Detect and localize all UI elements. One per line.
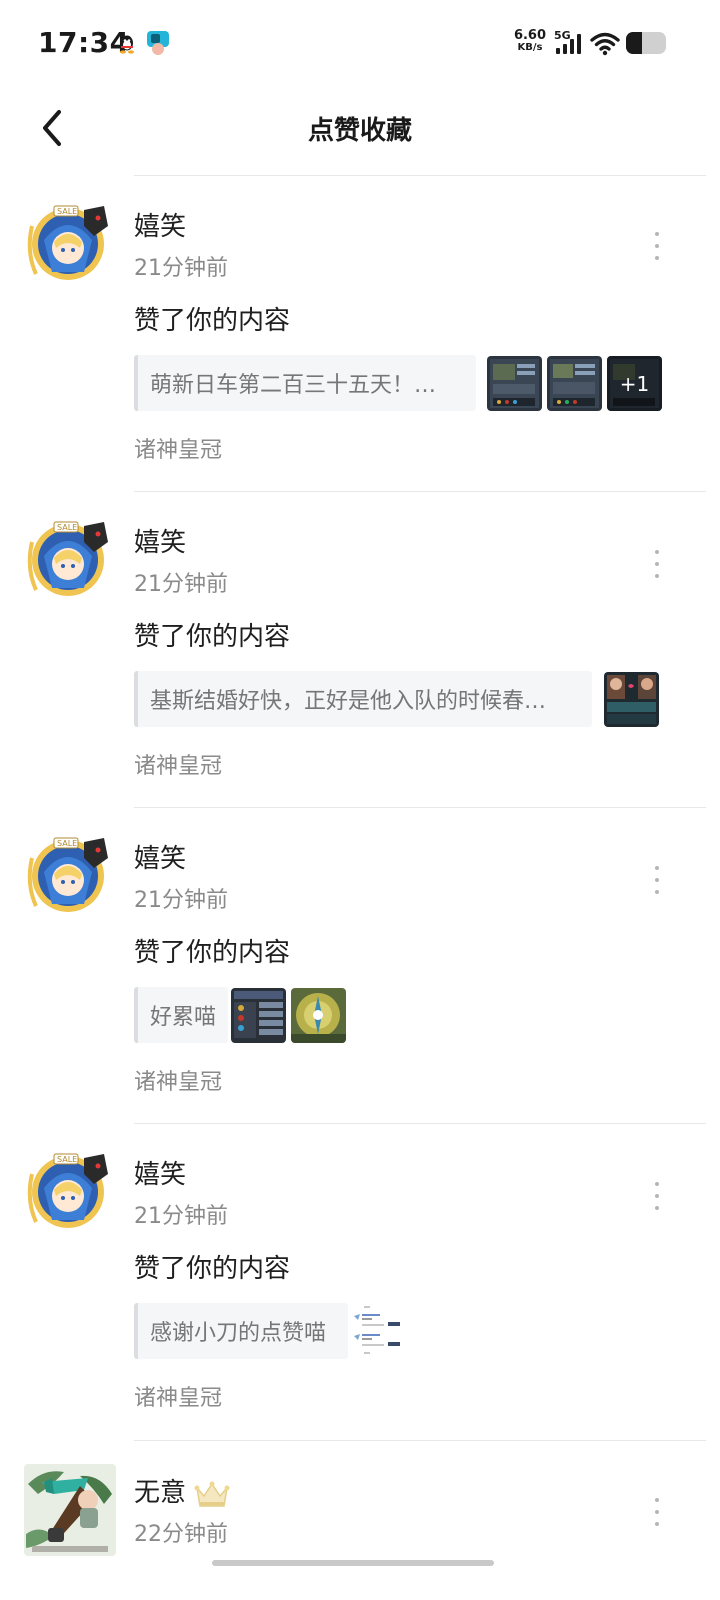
user-avatar[interactable]: SALE (24, 196, 116, 288)
network-speed: 6.60 KB/s (512, 28, 548, 54)
thumbnail-image[interactable] (231, 988, 286, 1043)
post-thumbnails (350, 1304, 405, 1359)
network-speed-unit: KB/s (517, 42, 543, 53)
user-avatar[interactable]: SALE (24, 512, 116, 604)
action-text: 赞了你的内容 (134, 1254, 291, 1284)
app-notification-icon (147, 31, 169, 55)
svg-text:SALE: SALE (57, 523, 77, 532)
top-navigation-bar: 点赞收藏 (0, 88, 720, 174)
timestamp: 21分钟前 (134, 888, 228, 913)
quoted-post[interactable]: 感谢小刀的点赞喵 (134, 1303, 348, 1359)
notification-item[interactable]: SALE 嬉笑 21分钟前 赞了你的内容 好累喵 诸神皇冠 (0, 824, 720, 1122)
quoted-post[interactable]: 好累喵 (134, 987, 228, 1043)
qq-icon (120, 35, 134, 54)
more-options-button[interactable] (646, 866, 668, 894)
status-bar: 17:34 6.60 KB/s 5G (0, 0, 720, 88)
notification-item[interactable]: SALE 嬉笑 21分钟前 赞了你的内容 萌新日车第二百三十五天！… +1 诸神… (0, 192, 720, 490)
timestamp: 22分钟前 (134, 1522, 228, 1547)
more-options-button[interactable] (646, 1182, 668, 1210)
divider (134, 1123, 706, 1124)
username[interactable]: 无意 (134, 1476, 186, 1510)
svg-text:SALE: SALE (57, 1155, 77, 1164)
thumbnail-image[interactable] (547, 356, 602, 411)
post-thumbnails (231, 988, 346, 1043)
crown-icon (194, 1481, 230, 1507)
more-options-button[interactable] (646, 232, 668, 260)
username[interactable]: 嬉笑 (134, 526, 186, 560)
more-options-button[interactable] (646, 550, 668, 578)
wifi-icon (590, 32, 620, 56)
source-tag[interactable]: 诸神皇冠 (134, 436, 222, 466)
divider (134, 1440, 706, 1441)
quoted-post-text: 萌新日车第二百三十五天！… (150, 373, 437, 398)
action-text: 赞了你的内容 (134, 938, 291, 968)
post-thumbnails: +1 (487, 356, 662, 411)
thumbnail-image[interactable] (291, 988, 346, 1043)
source-tag[interactable]: 诸神皇冠 (134, 1068, 222, 1098)
thumbnail-image[interactable] (487, 356, 542, 411)
quoted-post[interactable]: 萌新日车第二百三十五天！… (134, 355, 476, 411)
page-title: 点赞收藏 (307, 116, 412, 146)
notification-item[interactable]: SALE 嬉笑 21分钟前 赞了你的内容 基斯结婚好快，正好是他入队的时候春… … (0, 508, 720, 806)
quoted-post[interactable]: 基斯结婚好快，正好是他入队的时候春… (134, 671, 592, 727)
username[interactable]: 嬉笑 (134, 210, 186, 244)
divider (134, 807, 706, 808)
thumbnail-image-more[interactable]: +1 (607, 356, 662, 411)
signal-icon: 5G (554, 29, 586, 56)
quoted-post-text: 基斯结婚好快，正好是他入队的时候春… (150, 689, 547, 714)
notification-item[interactable]: 无意 22分钟前 (0, 1456, 720, 1600)
timestamp: 21分钟前 (134, 1204, 228, 1229)
quoted-post-text: 感谢小刀的点赞喵 (150, 1321, 327, 1346)
more-options-button[interactable] (646, 1498, 668, 1526)
divider (134, 175, 706, 176)
action-text: 赞了你的内容 (134, 306, 291, 336)
quoted-post-text: 好累喵 (150, 1005, 217, 1030)
action-text: 赞了你的内容 (134, 622, 291, 652)
source-tag[interactable]: 诸神皇冠 (134, 752, 222, 782)
username[interactable]: 嬉笑 (134, 1158, 186, 1192)
divider (134, 491, 706, 492)
network-speed-value: 6.60 (513, 28, 547, 43)
home-indicator[interactable] (212, 1560, 494, 1566)
more-images-count: +1 (607, 356, 662, 411)
source-tag[interactable]: 诸神皇冠 (134, 1384, 222, 1414)
post-thumbnails (604, 672, 659, 727)
notification-item[interactable]: SALE 嬉笑 21分钟前 赞了你的内容 感谢小刀的点赞喵 诸神皇冠 (0, 1140, 720, 1438)
user-avatar[interactable] (24, 1464, 116, 1556)
timestamp: 21分钟前 (134, 572, 228, 597)
thumbnail-image[interactable] (350, 1304, 405, 1359)
timestamp: 21分钟前 (134, 256, 228, 281)
status-time: 17:34 (38, 26, 130, 59)
user-avatar[interactable]: SALE (24, 1144, 116, 1236)
thumbnail-image[interactable] (604, 672, 659, 727)
svg-text:SALE: SALE (57, 839, 77, 848)
user-avatar[interactable]: SALE (24, 828, 116, 920)
username[interactable]: 嬉笑 (134, 842, 186, 876)
svg-text:SALE: SALE (57, 207, 77, 216)
battery-icon (626, 32, 666, 54)
